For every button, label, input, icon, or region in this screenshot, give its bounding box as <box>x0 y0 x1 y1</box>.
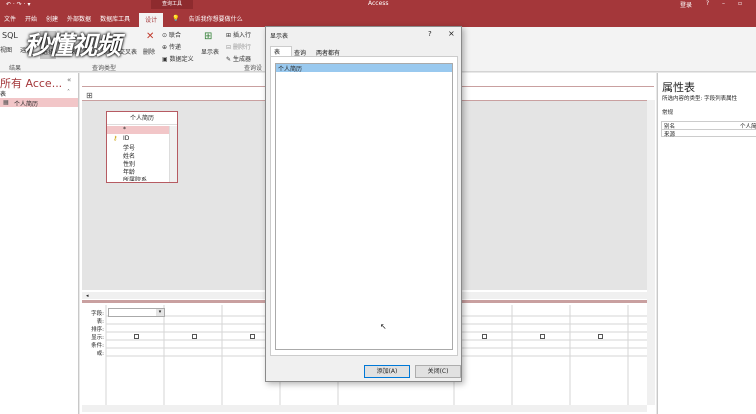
table-listbox[interactable]: 个人简历 <box>275 63 453 350</box>
selection-type-label: 所选内容的类型: 字段列表属性 <box>662 96 738 102</box>
property-sheet-title: 属性表 <box>662 81 695 94</box>
tab-general[interactable]: 常规 <box>662 108 673 116</box>
v-scrollbar[interactable] <box>647 100 655 405</box>
passthrough-button[interactable]: ⊕ 传递 <box>162 42 181 51</box>
property-table: 别名 个人简 来源 <box>661 121 756 138</box>
nav-item-label: 个人简历 <box>14 101 39 108</box>
field-department[interactable]: 所属院系 <box>123 175 147 181</box>
show-checkbox[interactable] <box>482 334 487 339</box>
row-label-or: 或: <box>96 351 104 357</box>
union-button[interactable]: ⊙ 联合 <box>162 30 181 39</box>
tell-me-box[interactable]: 告诉我你想要做什么 <box>189 14 243 23</box>
show-table-button[interactable]: 显示表 <box>201 47 219 56</box>
navigation-pane: 所有 Acce... « 表 ˄ ▦ 个人简历 <box>0 73 79 414</box>
close-button[interactable]: 关闭(C) <box>415 365 461 378</box>
list-item[interactable]: 个人简历 <box>276 64 452 73</box>
data-definition-label: 数据定义 <box>169 56 194 63</box>
group-query-type-label: 查询类型 <box>92 65 117 72</box>
nav-pane-title[interactable]: 所有 Acce... <box>0 75 62 91</box>
field-dropdown[interactable]: ▾ <box>108 308 165 317</box>
row-label-sort: 排序: <box>91 327 104 333</box>
field-id[interactable]: ID <box>123 135 129 142</box>
delete-row-label: 删除行 <box>232 44 251 51</box>
watermark-logo: 秒懂视频 <box>24 31 121 60</box>
sql-view-button[interactable]: SQL <box>2 31 18 40</box>
crosstab-button[interactable]: 交叉表 <box>119 47 137 56</box>
context-tab-label: 查询工具 <box>151 0 193 9</box>
property-key: 别名 <box>664 124 676 130</box>
show-checkbox[interactable] <box>134 334 139 339</box>
view-button[interactable]: 视图 <box>0 45 12 54</box>
passthrough-label: 传递 <box>168 44 181 51</box>
row-label-table: 表: <box>96 319 104 325</box>
ribbon-tab-bar: 文件 开始 创建 外部数据 数据库工具 设计 💡 告诉我你想要做什么 <box>0 9 756 28</box>
dialog-close-icon[interactable]: × <box>448 29 455 38</box>
dialog-title: 显示表 <box>270 33 289 40</box>
mouse-cursor-icon: ↖ <box>380 322 387 331</box>
group-setup-label: 查询设 <box>244 65 263 72</box>
field-list-resume[interactable]: 个人简历 * ⚷ ID 学号 姓名 性别 年龄 所属院系 <box>106 111 178 183</box>
grid-h-scrollbar[interactable] <box>82 405 647 412</box>
lightbulb-icon: 💡 <box>172 14 180 22</box>
dialog-help-icon[interactable]: ? <box>428 30 432 38</box>
show-checkbox[interactable] <box>540 334 545 339</box>
tab-external-data[interactable]: 外部数据 <box>67 14 91 23</box>
group-results-label: 结果 <box>9 65 22 72</box>
insert-row-button[interactable]: ⊞ 插入行 <box>226 30 251 39</box>
tab-tables[interactable]: 表 <box>270 46 292 56</box>
quick-access-toolbar[interactable]: ↶ · ↷ · ▾ <box>6 1 31 8</box>
restore-icon[interactable]: ▫ <box>738 0 742 7</box>
property-row-alias[interactable]: 别名 个人简 <box>662 122 756 130</box>
nav-section-tables[interactable]: 表 <box>0 89 6 98</box>
union-label: 联合 <box>168 32 181 39</box>
query-icon: ⊞ <box>86 91 93 100</box>
show-table-dialog: 显示表 ? × 表 查询 两者都有 个人简历 添加(A) 关闭(C) <box>265 26 462 382</box>
tab-home[interactable]: 开始 <box>25 14 37 23</box>
builder-label: 生成器 <box>232 56 251 63</box>
collapse-nav-icon[interactable]: « <box>67 76 71 84</box>
chevron-down-icon[interactable]: ▾ <box>156 309 164 316</box>
field-list-scrollbar[interactable] <box>169 126 177 182</box>
add-button[interactable]: 添加(A) <box>364 365 410 378</box>
tab-design[interactable]: 设计 <box>139 12 164 28</box>
tab-panel: 个人简历 <box>270 56 458 356</box>
tab-database-tools[interactable]: 数据库工具 <box>100 14 130 23</box>
delete-row-button[interactable]: ⊟ 删除行 <box>226 42 251 51</box>
builder-button[interactable]: ✎ 生成器 <box>226 54 251 63</box>
show-checkbox[interactable] <box>192 334 197 339</box>
tab-create[interactable]: 创建 <box>46 14 58 23</box>
title-bar: ↶ · ↷ · ▾ 查询工具 Access 登录 ? – ▫ <box>0 0 756 9</box>
tab-file[interactable]: 文件 <box>4 14 16 23</box>
delete-query-icon: ✕ <box>146 31 155 42</box>
row-label-criteria: 条件: <box>91 343 104 349</box>
row-label-show: 显示: <box>91 335 104 341</box>
show-checkbox[interactable] <box>598 334 603 339</box>
field-all: * <box>123 126 126 133</box>
field-all-row[interactable]: * <box>107 126 169 134</box>
sign-in-link[interactable]: 登录 <box>680 0 692 9</box>
window-help-icon[interactable]: ? <box>706 0 709 7</box>
nav-item-resume-table[interactable]: ▦ 个人简历 <box>0 98 78 108</box>
minimize-icon[interactable]: – <box>722 0 725 7</box>
section-collapse-icon[interactable]: ˄ <box>67 89 70 96</box>
list-item-label: 个人简历 <box>278 66 303 73</box>
show-checkbox[interactable] <box>250 334 255 339</box>
row-label-field: 字段: <box>91 311 104 317</box>
table-icon: ▦ <box>3 99 9 106</box>
property-key: 来源 <box>664 132 676 138</box>
app-title: Access <box>368 0 389 7</box>
insert-row-label: 插入行 <box>232 32 251 39</box>
property-sheet: 属性表 所选内容的类型: 字段列表属性 常规 别名 个人简 来源 <box>657 73 756 414</box>
property-row-source[interactable]: 来源 <box>662 130 756 138</box>
show-table-icon: ⊞ <box>204 31 213 42</box>
field-list-title: 个人简历 <box>107 112 177 125</box>
property-value: 个人简 <box>740 124 756 130</box>
data-definition-button[interactable]: ▣ 数据定义 <box>162 54 194 63</box>
delete-query-button[interactable]: 删除 <box>143 47 155 56</box>
primary-key-icon: ⚷ <box>113 135 118 142</box>
scroll-left-icon[interactable]: ◂ <box>82 293 89 299</box>
